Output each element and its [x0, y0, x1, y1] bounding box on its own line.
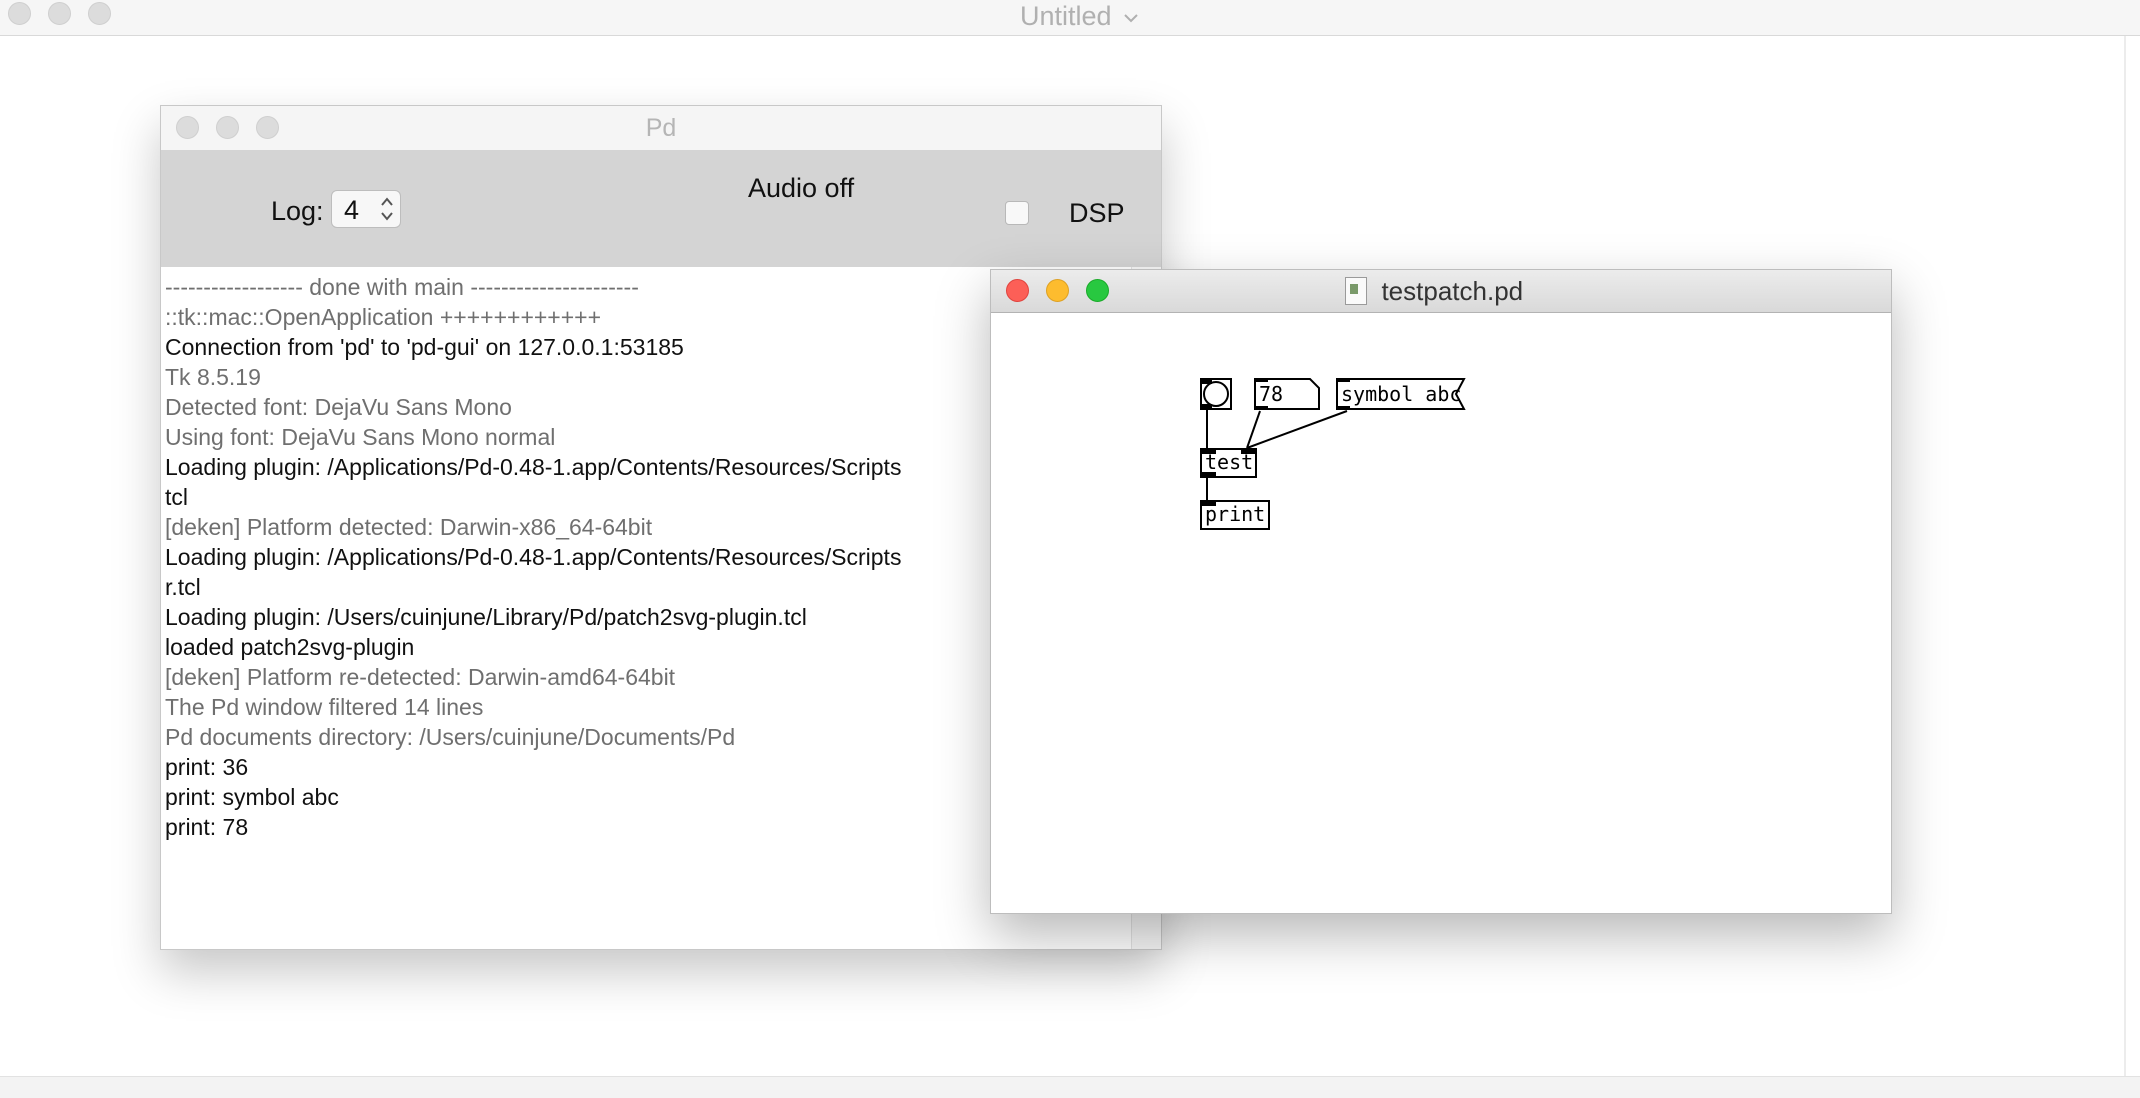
untitled-window-bottom-bar: [0, 1076, 2140, 1098]
testpatch-title-group: testpatch.pd: [1345, 275, 1523, 307]
pd-document-icon: [1345, 277, 1367, 305]
chevron-down-icon: [1124, 14, 1138, 23]
test-left-inlet: [1202, 450, 1216, 454]
testpatch-titlebar: testpatch.pd: [991, 270, 1891, 313]
untitled-minimize-button[interactable]: [48, 2, 71, 25]
desktop: Untitled Pd Log: 4 Audio off DSP -------…: [0, 0, 2140, 1098]
untitled-zoom-button[interactable]: [88, 2, 111, 25]
untitled-window-edge: [2124, 36, 2126, 1076]
bang-object[interactable]: [1200, 378, 1232, 410]
print-object[interactable]: print: [1200, 500, 1270, 530]
message-to-test-connection: [1246, 410, 1348, 449]
stepper-arrows-icon: [381, 197, 393, 221]
untitled-window-titlebar: Untitled: [0, 0, 2140, 36]
audio-status-label: Audio off: [748, 173, 855, 203]
testpatch-minimize-button[interactable]: [1046, 279, 1069, 302]
bang-outlet: [1202, 404, 1212, 408]
dsp-label: DSP: [1069, 198, 1125, 228]
number-atom-value: 78: [1259, 382, 1284, 406]
testpatch-window: testpatch.pd 78 symbol abc test print: [990, 269, 1892, 914]
test-object[interactable]: test: [1200, 448, 1257, 478]
untitled-window-title[interactable]: Untitled: [1020, 0, 1139, 32]
testpatch-title: testpatch.pd: [1381, 276, 1524, 306]
test-right-inlet: [1241, 450, 1255, 454]
patch-canvas[interactable]: 78 symbol abc test print: [991, 313, 1891, 913]
untitled-title-text: Untitled: [1020, 1, 1112, 31]
number-atom[interactable]: 78: [1254, 378, 1320, 410]
symbol-message-box[interactable]: symbol abc: [1336, 378, 1466, 410]
symbol-message-text: symbol abc: [1341, 382, 1462, 406]
pd-toolbar: Log: 4 Audio off DSP: [161, 150, 1161, 267]
dsp-checkbox[interactable]: [1005, 201, 1029, 225]
log-level-value: 4: [344, 195, 360, 225]
log-label: Log:: [271, 196, 324, 226]
testpatch-zoom-button[interactable]: [1086, 279, 1109, 302]
testpatch-close-button[interactable]: [1006, 279, 1029, 302]
untitled-close-button[interactable]: [8, 2, 31, 25]
pd-window-titlebar: Pd: [161, 106, 1161, 151]
pd-window-title: Pd: [645, 114, 677, 142]
log-level-select[interactable]: 4: [331, 190, 401, 228]
print-inlet: [1202, 502, 1216, 506]
number-to-test-connection: [1246, 410, 1261, 449]
test-outlet: [1202, 472, 1216, 476]
